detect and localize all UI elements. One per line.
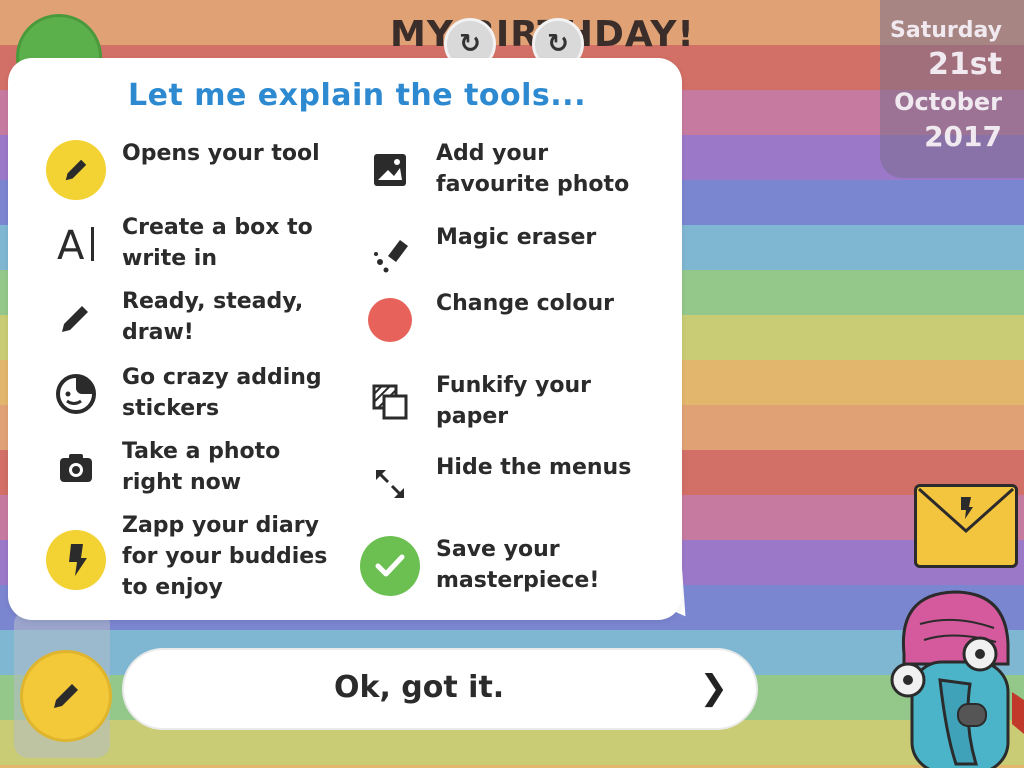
item-label: Add your favourite photo — [436, 141, 630, 197]
item-label: Go crazy adding stickers — [122, 365, 322, 421]
list-item: Add your favourite photo — [358, 138, 629, 202]
item-label: Magic eraser — [436, 225, 597, 250]
camera-icon — [44, 436, 108, 500]
bubble-heading: Let me explain the tools... — [128, 78, 586, 113]
tools-explanation-bubble: Let me explain the tools... Opens your t… — [8, 58, 682, 620]
envelope-share-button[interactable] — [914, 484, 1018, 568]
text-box-icon: A — [44, 212, 108, 276]
colour-dot-icon — [368, 298, 412, 342]
list-item: Funkify your paper — [358, 370, 591, 434]
paper-pattern-icon — [358, 370, 422, 434]
date-weekday: Saturday — [890, 18, 1002, 43]
eraser-icon — [358, 222, 422, 286]
list-item: Ready, steady, draw! — [44, 286, 303, 350]
date-day: 21st — [928, 47, 1002, 82]
item-label: Create a box to write in — [122, 215, 313, 271]
list-item: Save your masterpiece! — [358, 534, 599, 598]
item-label: Change colour — [436, 291, 614, 316]
expand-icon — [358, 452, 422, 516]
date-panel: Saturday 21st October 2017 — [880, 0, 1024, 178]
ok-got-it-button[interactable]: Ok, got it. ❯ — [122, 648, 758, 730]
item-label: Funkify your paper — [436, 373, 591, 429]
item-label: Opens your tool — [122, 141, 320, 166]
list-item: Change colour — [358, 288, 614, 352]
item-label: Ready, steady, draw! — [122, 289, 304, 345]
zapp-icon — [46, 530, 106, 590]
list-item: Hide the menus — [358, 452, 631, 516]
list-item: Zapp your diary for your buddies to enjo… — [44, 510, 327, 603]
check-icon — [360, 536, 420, 596]
mascot-character — [890, 590, 1024, 768]
list-item: Opens your tool — [44, 138, 320, 202]
chevron-right-icon: ❯ — [699, 668, 729, 708]
date-year: 2017 — [924, 120, 1002, 153]
item-label: Take a photo right now — [122, 439, 281, 495]
pencil-icon — [44, 286, 108, 350]
svg-text:A: A — [57, 223, 85, 269]
list-item: Take a photo right now — [44, 436, 280, 500]
pencil-icon — [54, 684, 78, 708]
item-label: Zapp your diary for your buddies to enjo… — [122, 513, 328, 600]
date-month: October — [894, 88, 1002, 116]
item-label: Save your masterpiece! — [436, 537, 600, 593]
ok-button-label: Ok, got it. — [334, 670, 505, 705]
list-item: A Create a box to write in — [44, 212, 313, 276]
envelope-icon — [918, 487, 1014, 534]
photo-icon — [358, 138, 422, 202]
list-item: Magic eraser — [358, 222, 596, 286]
sticker-icon — [44, 362, 108, 426]
pencil-badge-icon — [46, 140, 106, 200]
list-item: Go crazy adding stickers — [44, 362, 322, 426]
item-label: Hide the menus — [436, 455, 632, 480]
tool-menu-button[interactable] — [20, 650, 112, 742]
